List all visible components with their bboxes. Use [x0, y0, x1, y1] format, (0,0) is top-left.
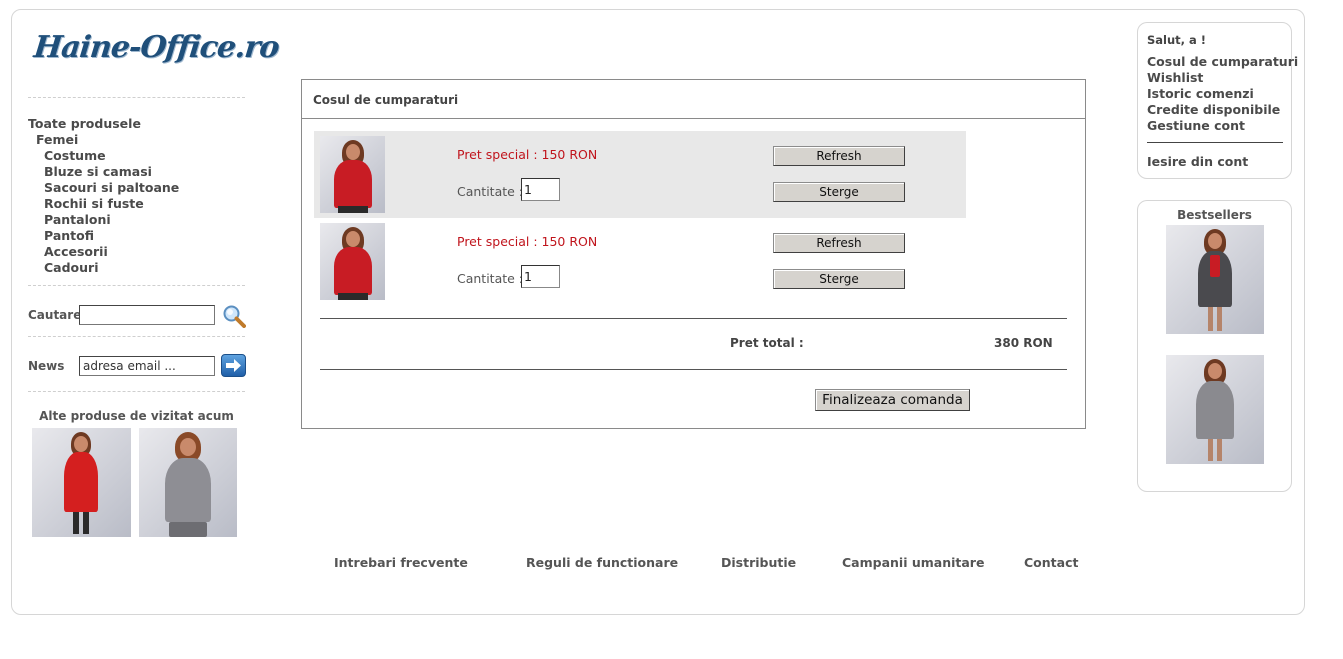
cart-item: Pret special : 150 RON Cantitate : Refre…: [314, 131, 966, 218]
site-logo[interactable]: Haine-Office.ro: [32, 30, 280, 65]
divider: [28, 97, 245, 98]
account-link-credits[interactable]: Credite disponibile: [1147, 102, 1298, 118]
cart-item-price: Pret special : 150 RON: [457, 147, 598, 162]
menu-item-shoes[interactable]: Pantofi: [28, 228, 179, 244]
menu-item-jackets[interactable]: Sacouri si paltoane: [28, 180, 179, 196]
account-link-order-history[interactable]: Istoric comenzi: [1147, 86, 1298, 102]
menu-item-dresses[interactable]: Rochii si fuste: [28, 196, 179, 212]
quantity-input[interactable]: [521, 265, 560, 288]
other-product-image[interactable]: [139, 428, 237, 537]
divider: [28, 391, 245, 392]
delete-button[interactable]: Sterge: [773, 269, 905, 289]
refresh-button[interactable]: Refresh: [773, 233, 905, 253]
account-link-cart[interactable]: Cosul de cumparaturi: [1147, 54, 1298, 70]
account-link-wishlist[interactable]: Wishlist: [1147, 70, 1298, 86]
finalize-order-button[interactable]: Finalizeaza comanda: [815, 389, 970, 411]
greeting: Salut, a !: [1147, 33, 1207, 47]
footer-link-contact[interactable]: Contact: [1024, 555, 1078, 570]
footer-link-distribution[interactable]: Distributie: [721, 555, 796, 570]
refresh-button[interactable]: Refresh: [773, 146, 905, 166]
menu-item-suits[interactable]: Costume: [28, 148, 179, 164]
news-label: News: [28, 359, 65, 373]
divider: [320, 318, 1067, 319]
bestsellers-title: Bestsellers: [1177, 208, 1252, 222]
menu-item-accessories[interactable]: Accesorii: [28, 244, 179, 260]
cart-title: Cosul de cumparaturi: [313, 93, 459, 107]
account-link-manage[interactable]: Gestiune cont: [1147, 118, 1298, 134]
bestseller-image[interactable]: [1166, 225, 1264, 334]
footer-link-rules[interactable]: Reguli de functionare: [526, 555, 678, 570]
menu-item-women[interactable]: Femei: [28, 132, 179, 148]
other-product-image[interactable]: [32, 428, 131, 537]
quantity-label: Cantitate :: [457, 184, 524, 199]
magnifier-icon[interactable]: [222, 304, 246, 328]
account-box: Salut, a ! Cosul de cumparaturi Wishlist…: [1137, 22, 1298, 179]
menu-item-all-products[interactable]: Toate produsele: [28, 116, 179, 132]
menu-item-blouses[interactable]: Bluze si camasi: [28, 164, 179, 180]
search-label: Cautare: [28, 308, 82, 322]
other-products-title: Alte produse de vizitat acum: [39, 409, 234, 423]
cart-item-image[interactable]: [320, 136, 385, 213]
menu-item-gifts[interactable]: Cadouri: [28, 260, 179, 276]
divider: [28, 285, 245, 286]
cart-item: Pret special : 150 RON Cantitate : Refre…: [314, 218, 966, 305]
logout-link[interactable]: Iesire din cont: [1147, 154, 1248, 169]
menu-item-pants[interactable]: Pantaloni: [28, 212, 179, 228]
bestseller-image[interactable]: [1166, 355, 1264, 464]
divider: [28, 336, 245, 337]
footer-link-faq[interactable]: Intrebari frecvente: [334, 555, 468, 570]
divider: [1147, 142, 1283, 143]
cart-item-image[interactable]: [320, 223, 385, 300]
delete-button[interactable]: Sterge: [773, 182, 905, 202]
quantity-input[interactable]: [521, 178, 560, 201]
category-menu: Toate produsele Femei Costume Bluze si c…: [28, 116, 179, 276]
bestsellers-box: Bestsellers: [1137, 200, 1292, 492]
account-links: Cosul de cumparaturi Wishlist Istoric co…: [1147, 54, 1298, 134]
quantity-label: Cantitate :: [457, 271, 524, 286]
shopping-cart-panel: Cosul de cumparaturi Pret special : 150 …: [301, 79, 1086, 429]
arrow-right-icon[interactable]: [221, 354, 246, 377]
total-value: 380 RON: [994, 336, 1053, 350]
newsletter-email-input[interactable]: [79, 356, 215, 376]
cart-item-price: Pret special : 150 RON: [457, 234, 598, 249]
total-label: Pret total :: [730, 336, 804, 350]
search-input[interactable]: [79, 305, 215, 325]
divider: [320, 369, 1067, 370]
divider: [302, 118, 1085, 119]
footer-link-campaigns[interactable]: Campanii umanitare: [842, 555, 984, 570]
